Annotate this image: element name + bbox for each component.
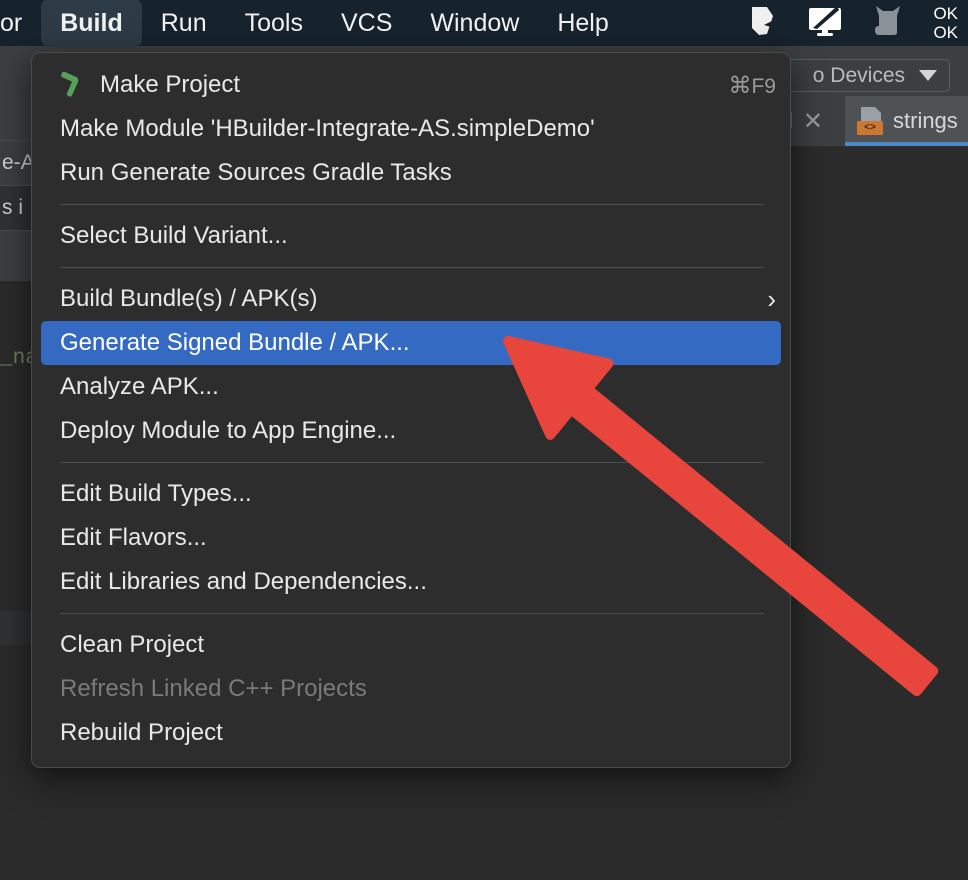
close-icon[interactable]: ✕ [803,107,823,136]
menubar-item-window[interactable]: Window [411,0,538,46]
menu-separator [60,613,764,614]
menu-item-label: Edit Libraries and Dependencies... [60,568,427,595]
menu-item-shortcut-key: F9 [751,74,776,98]
menu-item-deploy-module-to-app-engine[interactable]: Deploy Module to App Engine... [32,409,790,453]
menu-item-refresh-linked-c-projects: Refresh Linked C++ Projects [32,667,790,711]
menu-item-run-generate-sources-gradle-tasks[interactable]: Run Generate Sources Gradle Tasks [32,151,790,195]
menu-item-label: Generate Signed Bundle / APK... [60,329,410,356]
menubar-item-refactor[interactable]: or [0,0,41,46]
editor-tab-active-underline [845,142,968,146]
menu-item-label: Run Generate Sources Gradle Tasks [60,159,452,186]
menu-item-make-module-hbuilder-integrate-as-simpledemo[interactable]: Make Module 'HBuilder-Integrate-AS.simpl… [32,107,790,151]
menu-item-label: Rebuild Project [60,719,223,746]
display-monitor-icon[interactable] [807,4,843,43]
device-selector-dropdown[interactable]: o Devices [782,59,950,92]
menu-item-label: Build Bundle(s) / APK(s) [60,285,318,312]
build-dropdown-menu: Make Project ⌘F9 Make Module 'HBuilder-Int… [31,52,791,768]
chevron-down-icon [919,70,937,81]
menu-item-edit-libraries-and-dependencies[interactable]: Edit Libraries and Dependencies... [32,560,790,604]
menubar-item-help[interactable]: Help [538,0,627,46]
menubar-status-text: OK OK [933,4,960,42]
cat-icon[interactable] [873,4,903,43]
command-key-icon: ⌘ [728,71,752,98]
xml-file-icon: <> [857,107,883,135]
menu-item-clean-project[interactable]: Clean Project [32,623,790,667]
menu-item-label: Refresh Linked C++ Projects [60,675,367,702]
hammer-icon [60,71,88,98]
menu-item-label: Edit Build Types... [60,480,252,507]
menu-separator [60,267,764,268]
menu-item-label: Analyze APK... [60,373,219,400]
menu-separator [60,462,764,463]
menu-item-edit-flavors[interactable]: Edit Flavors... [32,516,790,560]
xml-file-icon-badge: <> [857,121,883,135]
menu-item-build-bundle-s-apk-s[interactable]: Build Bundle(s) / APK(s) › [32,277,790,321]
menubar-item-build[interactable]: Build [41,0,142,47]
dropbox-icon[interactable] [747,4,777,43]
menu-item-label: Select Build Variant... [60,222,288,249]
menubar-item-run[interactable]: Run [142,0,226,46]
chevron-right-icon: › [767,284,776,314]
device-selector-label: o Devices [812,63,905,87]
menu-item-select-build-variant[interactable]: Select Build Variant... [32,214,790,258]
menubar-item-tools[interactable]: Tools [226,0,322,46]
menubar-status-icons: OK OK [747,4,968,43]
menu-item-generate-signed-bundle-apk[interactable]: Generate Signed Bundle / APK... [41,321,781,365]
menu-item-label: Make Module 'HBuilder-Integrate-AS.simpl… [60,115,595,142]
menu-item-label: Make Project [100,71,241,98]
menu-item-rebuild-project[interactable]: Rebuild Project [32,711,790,755]
macos-menu-bar: or Build Run Tools VCS Window Help OK OK [0,0,968,47]
menu-item-label: Clean Project [60,631,205,658]
menu-item-analyze-apk[interactable]: Analyze APK... [32,365,790,409]
menubar-item-vcs[interactable]: VCS [322,0,411,46]
menu-item-label: Edit Flavors... [60,524,207,551]
menubar-status-line-1: OK [933,4,958,23]
menu-item-make-project[interactable]: Make Project ⌘F9 [32,63,790,107]
menu-separator [60,204,764,205]
editor-tab-strings-label: strings [893,108,958,133]
menubar-status-line-2: OK [933,23,958,42]
menu-item-edit-build-types[interactable]: Edit Build Types... [32,472,790,516]
menu-item-label: Deploy Module to App Engine... [60,417,397,444]
editor-tab-strings[interactable]: <> strings [845,96,968,146]
editor-tab-previous[interactable]: l ✕ [788,96,823,146]
menu-item-shortcut: ⌘F9 [728,72,776,99]
